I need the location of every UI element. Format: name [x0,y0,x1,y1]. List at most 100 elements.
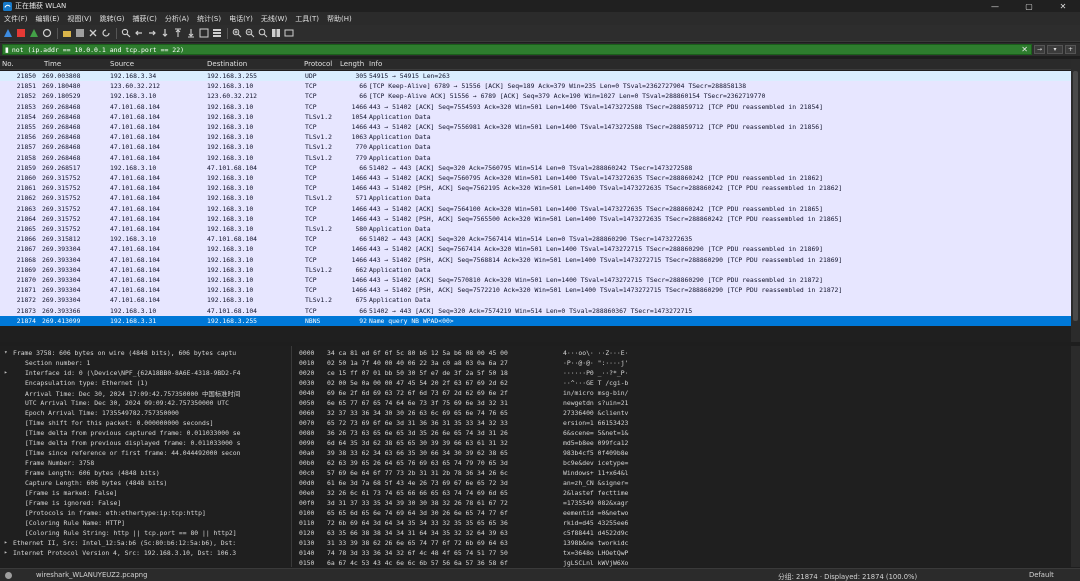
maximize-button[interactable]: ▢ [1012,0,1046,12]
apply-filter-button[interactable]: → [1034,45,1045,54]
detail-tree-item[interactable]: Encapsulation type: Ethernet (1) [0,378,292,388]
reload-file-icon[interactable] [100,28,111,39]
resize-columns-icon[interactable] [270,28,281,39]
restart-capture-icon[interactable] [28,28,39,39]
detail-tree-item[interactable]: ▸Interface id: 0 (\Device\NPF_{62A18BB0-… [0,368,292,378]
detail-tree-item[interactable]: ▸Internet Protocol Version 4, Src: 192.1… [0,548,292,558]
byte-row[interactable]: 00f03d 31 37 33 35 34 39 30 30 38 32 26 … [296,498,1080,508]
packet-row[interactable]: 21858269.26846847.101.68.104192.168.3.10… [0,153,1071,163]
byte-row[interactable]: 00e032 26 6c 61 73 74 65 66 66 65 63 74 … [296,488,1080,498]
column-header-time[interactable]: Time [44,60,61,68]
go-back-icon[interactable] [133,28,144,39]
byte-row[interactable]: 00d061 6e 3d 7a 68 5f 43 4e 26 73 69 67 … [296,478,1080,488]
shark-fin-icon[interactable] [2,28,13,39]
packet-row[interactable]: 21872269.39330447.101.68.104192.168.3.10… [0,295,1071,305]
zoom-in-icon[interactable] [231,28,242,39]
packet-row[interactable]: 21853269.26846847.101.68.104192.168.3.10… [0,102,1071,112]
detail-tree-item[interactable]: [Coloring Rule String: http || tcp.port … [0,528,292,538]
byte-row[interactable]: 006032 37 33 36 34 30 30 26 63 6c 69 65 … [296,408,1080,418]
menu-help[interactable]: 帮助(H) [327,14,352,24]
menu-analyze[interactable]: 分析(A) [165,14,189,24]
collapsed-arrow-icon[interactable]: ▸ [4,369,8,376]
byte-row[interactable]: 007065 72 73 69 6f 6e 3d 31 36 36 31 35 … [296,418,1080,428]
menu-telephony[interactable]: 电话(Y) [229,14,253,24]
byte-row[interactable]: 01506a 67 4c 53 43 4c 6e 6c 6b 57 56 6a … [296,558,1080,567]
packet-row[interactable]: 21874269.413099192.168.3.31192.168.3.255… [0,316,1071,326]
byte-row[interactable]: 003002 00 5e 0a 00 00 47 45 54 20 2f 63 … [296,378,1080,388]
packet-row[interactable]: 21854269.26846847.101.68.104192.168.3.10… [0,112,1071,122]
column-header-no[interactable]: No. [2,60,14,68]
stop-capture-icon[interactable] [15,28,26,39]
recent-filters-dropdown[interactable]: ▾ [1047,45,1063,54]
byte-row[interactable]: 00c057 69 6e 64 6f 77 73 2b 31 31 2b 78 … [296,468,1080,478]
column-header-source[interactable]: Source [110,60,134,68]
packet-row[interactable]: 21852269.180529192.168.3.10123.60.32.212… [0,91,1071,101]
capture-options-icon[interactable] [41,28,52,39]
packet-list-scrollbar[interactable] [1071,59,1080,342]
packet-row[interactable]: 21851269.180480123.60.32.212192.168.3.10… [0,81,1071,91]
byte-row[interactable]: 00a039 38 33 62 34 63 66 35 30 66 34 30 … [296,448,1080,458]
menu-view[interactable]: 视图(V) [67,14,91,24]
byte-row[interactable]: 013031 33 39 38 62 26 6e 65 74 77 6f 72 … [296,538,1080,548]
byte-row[interactable]: 011072 6b 69 64 3d 64 34 35 34 33 32 35 … [296,518,1080,528]
byte-row[interactable]: 010065 65 6d 65 6e 74 69 64 3d 30 26 6e … [296,508,1080,518]
menu-wireless[interactable]: 无线(W) [261,14,287,24]
packet-row[interactable]: 21861269.31575247.101.68.104192.168.3.10… [0,183,1071,193]
detail-tree-item[interactable]: UTC Arrival Time: Dec 30, 2024 09:09:42.… [0,398,292,408]
detail-tree-item[interactable]: [Time since reference or first frame: 44… [0,448,292,458]
packet-row[interactable]: 21869269.39330447.101.68.104192.168.3.10… [0,265,1071,275]
packet-row[interactable]: 21868269.39330447.101.68.104192.168.3.10… [0,255,1071,265]
column-header-length[interactable]: Length [340,60,364,68]
detail-tree-item[interactable]: [Frame is marked: False] [0,488,292,498]
menu-statistics[interactable]: 统计(S) [197,14,221,24]
scrollbar-thumb[interactable] [1073,71,1078,321]
close-button[interactable]: ✕ [1046,0,1080,12]
packet-row[interactable]: 21850269.003808192.168.3.34192.168.3.255… [0,71,1071,81]
detail-tree-item[interactable]: Epoch Arrival Time: 1735549782.757350000 [0,408,292,418]
packet-row[interactable]: 21864269.31575247.101.68.104192.168.3.10… [0,214,1071,224]
byte-row[interactable]: 012063 35 66 38 38 34 34 31 64 34 35 32 … [296,528,1080,538]
packet-row[interactable]: 21862269.31575247.101.68.104192.168.3.10… [0,193,1071,203]
byte-row[interactable]: 008036 26 73 63 65 6e 65 3d 35 26 6e 65 … [296,428,1080,438]
detail-tree-item[interactable]: ▾Frame 3758: 606 bytes on wire (4848 bit… [0,348,292,358]
resize-layout-icon[interactable] [283,28,294,39]
detail-tree-item[interactable]: Section number: 1 [0,358,292,368]
collapsed-arrow-icon[interactable]: ▸ [4,549,8,556]
go-last-icon[interactable] [185,28,196,39]
zoom-out-icon[interactable] [244,28,255,39]
filter-text[interactable]: not (ip.addr == 10.0.0.1 and tcp.port ==… [12,46,184,54]
packet-row[interactable]: 21871269.39330447.101.68.104192.168.3.10… [0,285,1071,295]
detail-tree-item[interactable]: [Frame is ignored: False] [0,498,292,508]
byte-row[interactable]: 004069 6e 2f 6d 69 63 72 6f 6d 73 67 2d … [296,388,1080,398]
detail-tree-item[interactable]: Frame Length: 606 bytes (4848 bits) [0,468,292,478]
detail-tree-item[interactable]: [Time delta from previous captured frame… [0,428,292,438]
go-to-packet-icon[interactable] [159,28,170,39]
detail-tree-item[interactable]: [Protocols in frame: eth:ethertype:ip:tc… [0,508,292,518]
menu-tools[interactable]: 工具(T) [295,14,319,24]
detail-tree-item[interactable]: [Time shift for this packet: 0.000000000… [0,418,292,428]
menu-edit[interactable]: 编辑(E) [36,14,60,24]
add-filter-button[interactable]: + [1065,45,1076,54]
detail-tree-item[interactable]: [Time delta from previous displayed fram… [0,438,292,448]
filter-bookmark-icon[interactable]: ▮ [5,46,9,54]
menu-go[interactable]: 跳转(G) [100,14,125,24]
find-packet-icon[interactable] [120,28,131,39]
column-header-info[interactable]: Info [369,60,382,68]
packet-row[interactable]: 21865269.31575247.101.68.104192.168.3.10… [0,224,1071,234]
open-file-icon[interactable] [61,28,72,39]
column-header-destination[interactable]: Destination [207,60,247,68]
go-forward-icon[interactable] [146,28,157,39]
byte-row[interactable]: 001002 50 1a 7f 40 00 40 06 22 3a c0 a8 … [296,358,1080,368]
byte-row[interactable]: 014074 78 3d 33 36 34 32 6f 4c 48 4f 65 … [296,548,1080,558]
colorize-icon[interactable] [211,28,222,39]
profile-name[interactable]: Default [1029,571,1054,579]
packet-row[interactable]: 21863269.31575247.101.68.104192.168.3.10… [0,204,1071,214]
packet-row[interactable]: 21859269.268517192.168.3.1047.101.68.104… [0,163,1071,173]
detail-tree-item[interactable]: Arrival Time: Dec 30, 2024 17:09:42.7573… [0,388,292,398]
byte-row[interactable]: 0020ce 15 ff 07 01 bb 50 30 5f e7 de 3f … [296,368,1080,378]
detail-tree-item[interactable]: [Coloring Rule Name: HTTP] [0,518,292,528]
expanded-arrow-icon[interactable]: ▾ [4,349,8,356]
byte-row[interactable]: 000034 ca 81 ed 6f 6f 5c 80 b6 12 5a b6 … [296,348,1080,358]
menu-file[interactable]: 文件(F) [4,14,28,24]
close-file-icon[interactable] [87,28,98,39]
